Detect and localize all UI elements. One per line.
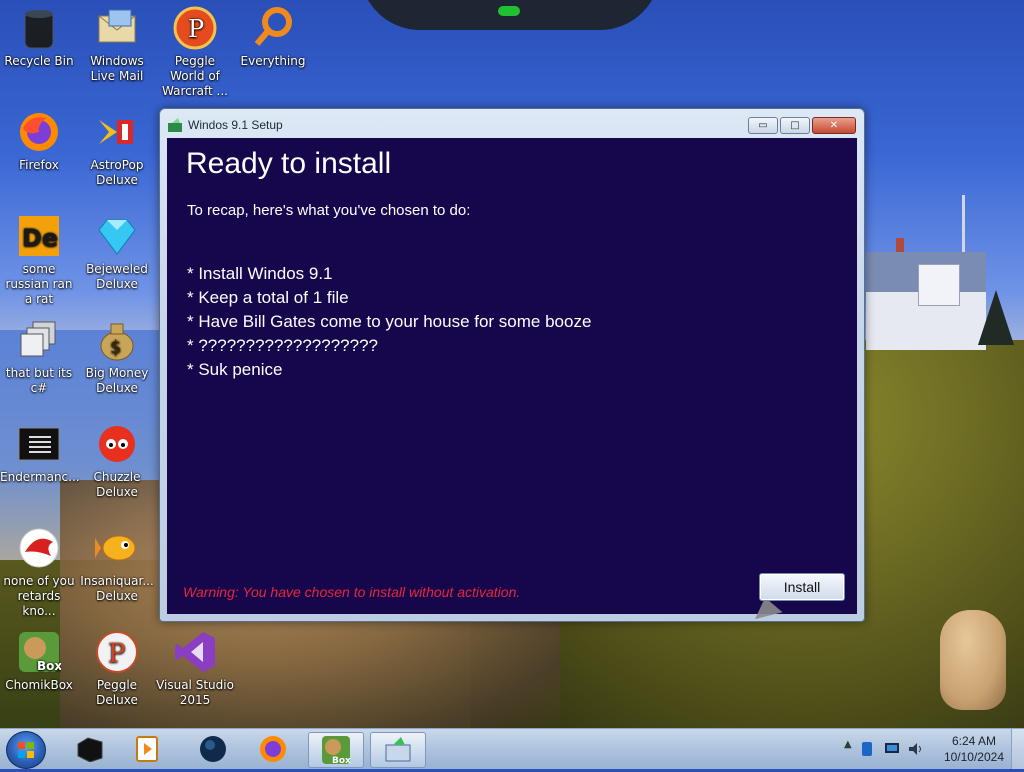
de-icon: De [17,214,61,258]
media-player-icon [136,736,158,762]
gem-icon [95,214,139,258]
list-item: * ??????????????????? [187,336,378,355]
minimize-icon: ▭ [758,120,768,131]
list-item: * Keep a total of 1 file [187,288,349,307]
list-item: * Suk penice [187,360,283,379]
close-button[interactable]: ✕ [812,117,856,134]
setup-content: Ready to install To recap, here's what y… [167,138,857,629]
taskbar-item-chomikbox[interactable]: Box [308,732,364,768]
svg-text:P: P [108,639,126,669]
taskbar-item-black-box[interactable] [62,732,116,766]
mail-icon [95,6,139,50]
desktop-icon-endermanc[interactable]: Endermanc... [0,422,80,485]
chomikbox-icon: Box [322,736,351,765]
network-monitor-icon[interactable] [884,741,899,755]
page-title: Ready to install [186,147,392,180]
show-desktop-button[interactable] [1011,729,1024,769]
visual-studio-icon [173,630,217,674]
money-bag-icon: $ [95,318,139,362]
system-tray: ▲ 6:24 AM 10/10/2024 [834,729,1024,769]
desktop-icon-peggle-deluxe[interactable]: P Peggle Deluxe [78,630,156,708]
svg-text:P: P [188,15,204,43]
setup-app-icon [168,117,184,132]
taskbar-item-globe[interactable] [186,732,240,766]
install-button[interactable]: Install [759,573,845,601]
desktop-icon-windows-live-mail[interactable]: Windows Live Mail [78,6,156,84]
red-bird-icon [17,526,61,570]
desktop-icon-everything[interactable]: Everything [234,6,312,69]
start-button[interactable] [6,731,46,769]
desktop-icon-peggle-wow[interactable]: P Peggle World of Warcraft ... [156,6,234,99]
peggle-icon: P [173,6,217,50]
background-tree [978,290,1014,345]
desktop-icon-firefox[interactable]: Firefox [0,110,78,173]
astropop-icon [95,110,139,154]
taskbar-item-setup[interactable] [370,732,426,768]
search-icon [251,6,295,50]
list-item: * Have Bill Gates come to your house for… [187,312,592,331]
desktop-icon-recycle-bin[interactable]: Recycle Bin [0,6,78,69]
terminal-icon [17,422,61,466]
start-orb-icon [18,742,34,758]
recap-text: To recap, here's what you've chosen to d… [187,202,471,219]
taskbar-item-firefox[interactable] [246,732,300,766]
svg-text:Box: Box [332,756,351,765]
svg-text:$: $ [110,337,121,358]
firefox-icon [260,736,286,762]
svg-text:Box: Box [37,659,61,673]
choices-list: * Install Windos 9.1 * Keep a total of 1… [187,262,591,382]
taskbar: Box ▲ 6:24 AM 10/10/2024 [0,728,1024,769]
maximize-icon: □ [790,120,800,131]
globe-icon [200,736,226,762]
clock-time: 6:24 AM [951,734,996,748]
taskbar-item-media-player[interactable] [120,732,174,766]
bluetooth-icon[interactable] [860,741,874,756]
show-hidden-icons-button[interactable]: ▲ [844,739,852,750]
peggle-icon: P [95,630,139,674]
top-dock-gadget [360,0,660,30]
desktop-icon-chuzzle[interactable]: Chuzzle Deluxe [78,422,156,500]
clock[interactable]: 6:24 AM 10/10/2024 [944,733,1004,765]
window-title: Windos 9.1 Setup [188,118,283,132]
chomikbox-icon: Box [17,630,61,674]
black-box-icon [77,737,103,762]
chuzzle-icon [95,422,139,466]
list-item: * Install Windos 9.1 [187,264,333,283]
desktop-icon-chomikbox[interactable]: Box ChomikBox [0,630,78,693]
desktop-icon-some-russian-ran-a-rat[interactable]: De some russian ran a rat [0,214,78,307]
fish-icon [95,526,139,570]
clock-date: 10/10/2024 [943,750,1004,764]
background-house [866,238,986,350]
setup-icon [385,737,411,762]
firefox-icon [17,110,61,154]
desktop-icon-none-of-you[interactable]: none of you retards kno... [0,526,78,619]
minimize-button[interactable]: ▭ [748,117,778,134]
desktop-icon-astropop[interactable]: AstroPop Deluxe [78,110,156,188]
desktop-icon-visual-studio[interactable]: Visual Studio 2015 [156,630,234,708]
svg-text:De: De [22,224,58,252]
desktop-icon-bejeweled[interactable]: Bejeweled Deluxe [78,214,156,292]
desktop-icon-that-but-its-csharp[interactable]: that but its c# [0,318,78,396]
maximize-button[interactable]: □ [780,117,810,134]
close-icon: ✕ [829,120,839,131]
volume-icon[interactable] [908,741,922,755]
desktop-icon-insaniquarium[interactable]: Insaniquar... Deluxe [78,526,156,604]
recycle-bin-icon [17,6,61,50]
gopher-figure [940,610,1006,710]
window-titlebar[interactable]: Windos 9.1 Setup ▭ □ ✕ [160,109,864,137]
desktop-icon-big-money[interactable]: $ Big Money Deluxe [78,318,156,396]
setup-window[interactable]: Windos 9.1 Setup ▭ □ ✕ Ready to install … [159,108,865,629]
windows-stack-icon [17,318,61,362]
activation-warning: Warning: You have chosen to install with… [183,584,521,600]
